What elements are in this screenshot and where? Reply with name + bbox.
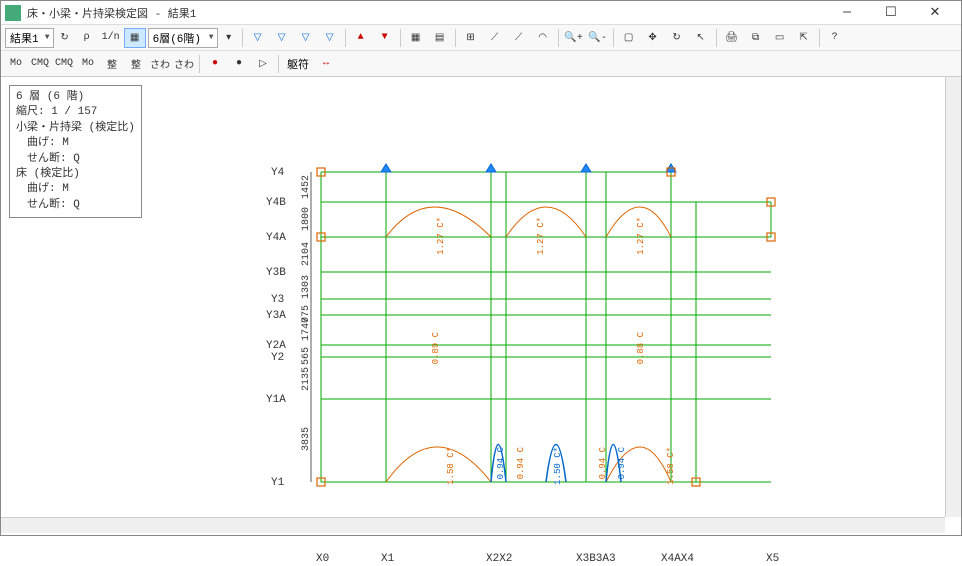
print-icon[interactable]: 🖨: [721, 28, 743, 48]
y-label: Y3B: [266, 267, 286, 279]
scale-icon[interactable]: ⊞: [460, 28, 482, 48]
toolbar-row-2: Mo CMQ CMQ Mo 整 整 さわ さわ ● ● ▷ 躯符 ↔: [1, 51, 961, 77]
drawing-area[interactable]: 6 層 (6 階)縮尺: 1 / 157小梁・片持梁 (検定比) 曲げ: M せ…: [1, 77, 961, 533]
y-label: Y4B: [266, 197, 286, 209]
scrollbar-horizontal[interactable]: [1, 517, 945, 533]
x-label: X3B3A3: [576, 553, 616, 565]
triangle-icon[interactable]: ▷: [252, 54, 274, 74]
y-label: Y1: [271, 477, 284, 489]
fit-icon[interactable]: ▢: [618, 28, 640, 48]
app-icon: [5, 5, 21, 21]
check-ratio: 0.89 C: [431, 332, 441, 364]
titlebar: 床・小梁・片持梁検定図 - 結果1 ─ ☐ ✕: [1, 1, 961, 25]
toolbar-row-1: 結果1 ↻ ρ 1/n ▦ 6層(6階) ▾ ▽ ▽ ▽ ▽ ▲ ▼ ▦ ▤ ⊞…: [1, 25, 961, 51]
check-ratio: 0.94 C: [496, 447, 506, 479]
y-label: Y2A: [266, 340, 286, 352]
black-dot-icon[interactable]: ●: [228, 54, 250, 74]
cursor-icon[interactable]: ↖: [690, 28, 712, 48]
window-icon[interactable]: ▭: [769, 28, 791, 48]
grid-icon[interactable]: ▦: [124, 28, 146, 48]
copy-icon[interactable]: ⧉: [745, 28, 767, 48]
y-label: Y4A: [266, 232, 286, 244]
y-dim: 775 1303: [301, 275, 312, 323]
y-dim: 2135: [301, 367, 312, 391]
sei2-button[interactable]: 整: [125, 54, 147, 74]
rotate-icon[interactable]: ↻: [666, 28, 688, 48]
rho-icon[interactable]: ρ: [76, 28, 98, 48]
y-dim: 565: [301, 347, 312, 365]
x-label: X5: [766, 553, 779, 565]
v1-icon[interactable]: ▽: [247, 28, 269, 48]
red-dot-icon[interactable]: ●: [204, 54, 226, 74]
x-label: X2X2: [486, 553, 512, 565]
check-ratio: 1.58 C*: [446, 447, 456, 485]
y-dim: 1740: [301, 317, 312, 341]
check-ratio: 0.94 C: [617, 447, 627, 479]
export-icon[interactable]: ⇱: [793, 28, 815, 48]
refresh-icon[interactable]: ↻: [56, 28, 74, 48]
y-dim: 1452: [301, 175, 312, 199]
y-label: Y1A: [266, 394, 286, 406]
y-label: Y2: [271, 352, 284, 364]
pan-icon[interactable]: ✥: [642, 28, 664, 48]
check-ratio: 0.94 C: [598, 447, 608, 479]
window-title: 床・小梁・片持梁検定図 - 結果1: [27, 5, 825, 21]
sei1-button[interactable]: 整: [101, 54, 123, 74]
check-ratio: 0.94 C: [516, 447, 526, 479]
y-label: Y4: [271, 167, 284, 179]
palette-icon[interactable]: ▦: [405, 28, 427, 48]
mo2-button[interactable]: Mo: [77, 54, 99, 74]
scrollbar-vertical[interactable]: [945, 77, 961, 517]
x-label: X1: [381, 553, 394, 565]
line2-icon[interactable]: ⟋: [508, 28, 530, 48]
zoom-in-icon[interactable]: 🔍+: [563, 28, 585, 48]
check-ratio: 1.58 C*: [666, 447, 676, 485]
check-ratio: 0.88 C: [636, 332, 646, 364]
structural-diagram: [1, 77, 961, 533]
y-label: Y3A: [266, 310, 286, 322]
result-select[interactable]: 結果1: [5, 28, 54, 48]
ship-label: 躯符: [283, 56, 313, 72]
y-dim: 3835: [301, 427, 312, 451]
arrow-up-red-icon[interactable]: ▲: [350, 28, 372, 48]
zoom-out-icon[interactable]: 🔍-: [587, 28, 609, 48]
cmq2-button[interactable]: CMQ: [53, 54, 75, 74]
check-ratio: 1.27 C*: [436, 217, 446, 255]
x-label: X4AX4: [661, 553, 694, 565]
layers-icon[interactable]: ▤: [429, 28, 451, 48]
maximize-button[interactable]: ☐: [869, 2, 913, 24]
arrow-lr-icon[interactable]: ↔: [315, 54, 337, 74]
check-ratio: 1.27 C*: [636, 217, 646, 255]
x-label: X0: [316, 553, 329, 565]
v2-icon[interactable]: ▽: [271, 28, 293, 48]
close-button[interactable]: ✕: [913, 2, 957, 24]
help-icon[interactable]: ?: [824, 28, 846, 48]
layer-select[interactable]: 6層(6階): [148, 28, 218, 48]
y-dim: 2104: [301, 242, 312, 266]
line1-icon[interactable]: ⟋: [484, 28, 506, 48]
layer-down-icon[interactable]: ▾: [220, 28, 238, 48]
sawa2-button[interactable]: さわ: [173, 54, 195, 74]
mo1-button[interactable]: Mo: [5, 54, 27, 74]
minimize-button[interactable]: ─: [825, 2, 869, 24]
y-label: Y3: [271, 294, 284, 306]
arc-icon[interactable]: ◠: [532, 28, 554, 48]
fraction-icon[interactable]: 1/n: [100, 28, 122, 48]
check-ratio: 1.50 C*: [553, 447, 563, 485]
v4-icon[interactable]: ▽: [319, 28, 341, 48]
v3-icon[interactable]: ▽: [295, 28, 317, 48]
cmq1-button[interactable]: CMQ: [29, 54, 51, 74]
y-dim: 1800: [301, 207, 312, 231]
check-ratio: 1.27 C*: [536, 217, 546, 255]
arrow-down-red-icon[interactable]: ▼: [374, 28, 396, 48]
sawa1-button[interactable]: さわ: [149, 54, 171, 74]
